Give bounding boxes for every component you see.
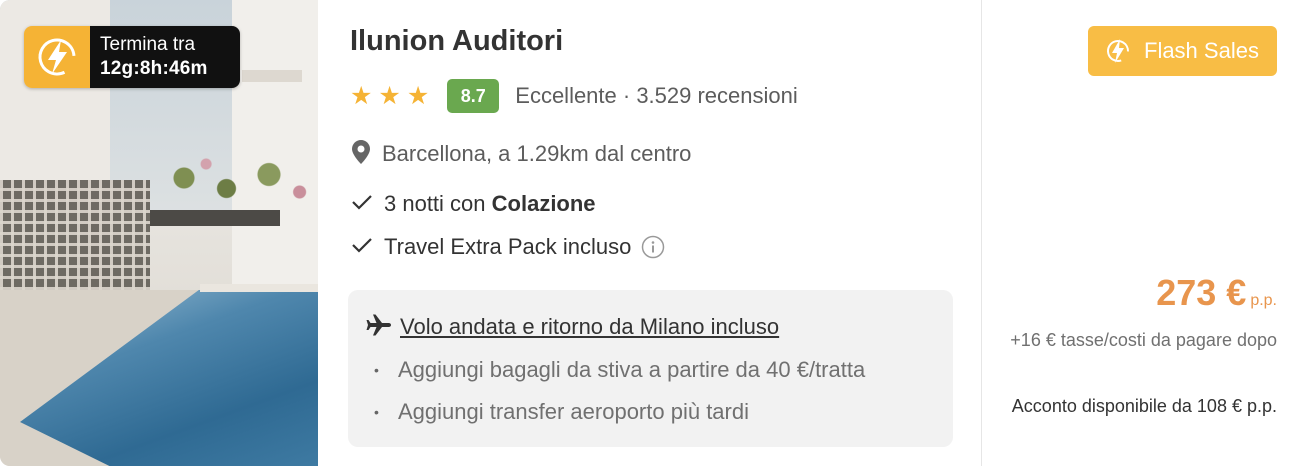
location-row: Barcellona, a 1.29km dal centro — [352, 138, 691, 170]
map-pin-icon — [352, 139, 370, 169]
hotel-photo[interactable]: Termina tra 12g:8h:46m — [0, 0, 318, 466]
price: 273 € p.p. — [1156, 272, 1277, 314]
countdown-timer: Termina tra 12g:8h:46m — [24, 26, 240, 88]
check-icon — [352, 237, 372, 258]
hotel-info: Ilunion Auditori ★ ★ ★ 8.7 Eccellente · … — [348, 0, 960, 466]
flight-option-text: Aggiungi bagagli da stiva a partire da 4… — [398, 357, 866, 382]
timer-countdown: 12g:8h:46m — [100, 58, 208, 79]
photo-planter — [140, 210, 280, 226]
review-score-badge: 8.7 — [447, 79, 500, 113]
flash-sales-label: Flash Sales — [1144, 38, 1259, 63]
flight-option: • Aggiungi bagagli da stiva a partire da… — [374, 357, 866, 382]
check-icon — [352, 194, 372, 215]
star-icon: ★ — [406, 81, 430, 110]
timer-label: Termina tra — [100, 34, 196, 55]
price-unit: p.p. — [1250, 292, 1277, 309]
flight-box: Volo andata e ritorno da Milano incluso … — [348, 290, 953, 447]
star-icon: ★ — [378, 81, 401, 110]
location-text: Barcellona, a 1.29km dal centro — [382, 141, 692, 166]
taxes-note: +16 € tasse/costi da pagare dopo — [1010, 330, 1277, 350]
review-summary[interactable]: Eccellente · 3.529 recensioni — [515, 83, 798, 109]
flight-option-text: Aggiungi transfer aeroporto più tardi — [398, 399, 749, 424]
flight-title-row: Volo andata e ritorno da Milano incluso — [366, 312, 779, 342]
lightning-icon — [1106, 38, 1130, 64]
hotel-name[interactable]: Ilunion Auditori — [350, 25, 563, 58]
photo-pool-edge — [200, 284, 318, 292]
flight-included-link[interactable]: Volo andata e ritorno da Milano incluso — [400, 314, 779, 340]
flight-option: • Aggiungi transfer aeroporto più tardi — [374, 399, 749, 424]
plane-icon — [366, 314, 392, 341]
offer-card[interactable]: Termina tra 12g:8h:46m Ilunion Auditori … — [0, 0, 1298, 466]
nights-text: 3 notti con — [384, 191, 492, 216]
deposit-note: Acconto disponibile da 108 € p.p. — [1011, 396, 1277, 416]
extra-pack-text: Travel Extra Pack incluso — [384, 234, 632, 259]
rating-row: ★ ★ ★ 8.7 Eccellente · 3.529 recensioni — [350, 78, 798, 114]
feature-extra-pack: Travel Extra Pack incluso — [352, 231, 665, 263]
lightning-icon — [24, 26, 90, 88]
info-icon[interactable] — [641, 235, 665, 259]
board-type: Colazione — [491, 191, 596, 216]
star-icon: ★ — [350, 81, 373, 110]
price-column: Flash Sales 273 € p.p. +16 € tasse/costi… — [982, 0, 1298, 466]
star-rating: ★ ★ ★ — [350, 81, 430, 110]
price-amount: 273 € — [1156, 272, 1247, 313]
feature-nights: 3 notti con Colazione — [352, 188, 596, 220]
flash-sales-badge: Flash Sales — [1088, 26, 1277, 76]
